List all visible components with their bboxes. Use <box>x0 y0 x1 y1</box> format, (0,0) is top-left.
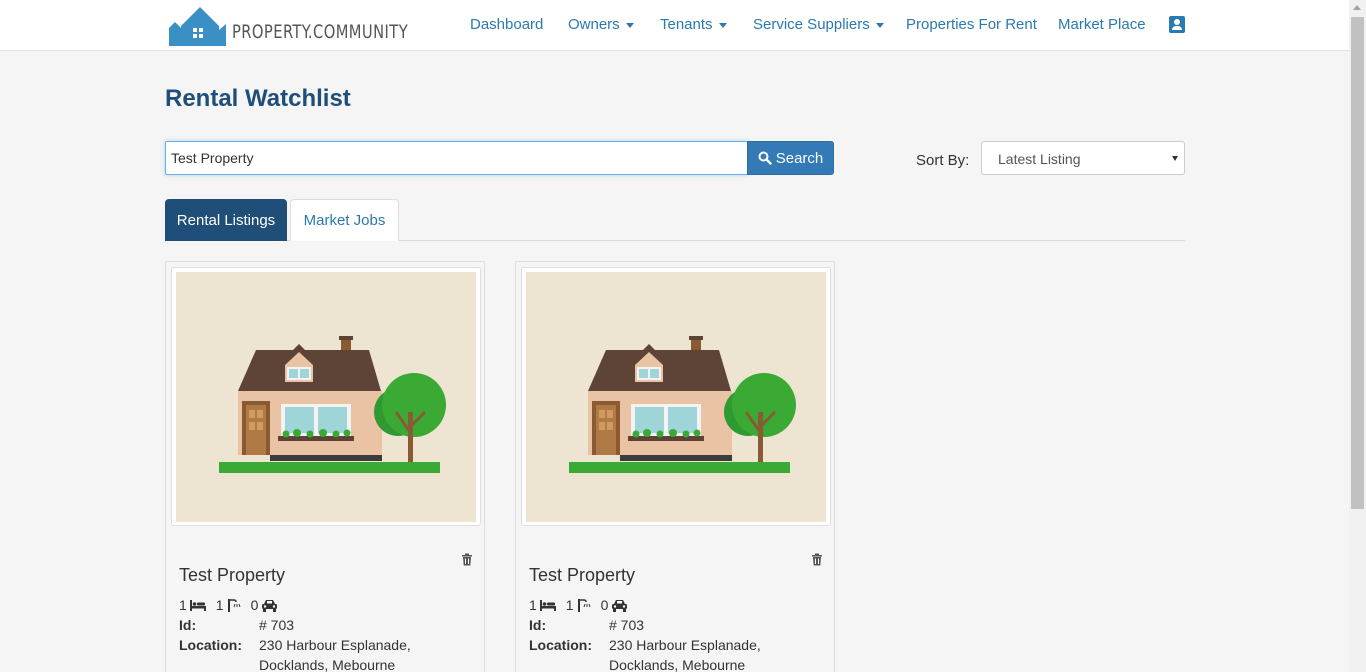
location-line-2: Docklands, Mebourne <box>609 657 746 672</box>
location-label: Location: <box>529 637 592 653</box>
bedrooms-count: 1 <box>179 597 187 613</box>
bathrooms-feature: 1 <box>216 597 241 613</box>
bathrooms-feature: 1 <box>566 597 591 613</box>
listing-thumbnail-frame <box>171 267 481 526</box>
nav-owners-label: Owners <box>568 16 620 33</box>
scroll-thumb[interactable] <box>1351 17 1364 509</box>
scroll-up-arrow-icon[interactable] <box>1353 5 1361 10</box>
location-line-1: 230 Harbour Esplanade, <box>609 637 761 653</box>
nav-service-suppliers-dropdown[interactable]: Service Suppliers <box>753 16 884 33</box>
nav-properties-for-rent[interactable]: Properties For Rent <box>906 16 1037 33</box>
nav-dashboard[interactable]: Dashboard <box>470 16 543 33</box>
bedrooms-count: 1 <box>529 597 537 613</box>
caret-down-icon <box>875 22 884 28</box>
search-button[interactable]: Search <box>747 141 834 175</box>
id-label: Id: <box>179 617 197 633</box>
sort-selected-value: Latest Listing <box>998 151 1081 167</box>
parking-count: 0 <box>600 597 609 613</box>
search-input[interactable] <box>165 141 748 175</box>
bath-icon <box>577 598 591 612</box>
house-logo-icon <box>169 7 226 46</box>
sort-by-label: Sort By: <box>916 152 970 169</box>
listing-card[interactable]: Test Property 1 1 0 Id: # 703 Location: … <box>515 261 835 672</box>
top-navbar: PROPERTY.COMMUNITY Dashboard Owners Tena… <box>0 0 1349 51</box>
caret-down-icon <box>625 22 634 28</box>
search-button-label: Search <box>775 149 824 167</box>
parking-feature: 0 <box>251 597 279 613</box>
tab-market-jobs[interactable]: Market Jobs <box>290 199 399 241</box>
bed-icon <box>189 599 206 611</box>
brand-name: PROPERTY.COMMUNITY <box>232 21 409 43</box>
bath-icon <box>227 598 241 612</box>
house-illustration <box>219 336 446 473</box>
page-scrollbar[interactable] <box>1349 0 1366 672</box>
tab-rental-listings[interactable]: Rental Listings <box>165 199 287 241</box>
bathrooms-count: 1 <box>215 597 224 613</box>
nav-tenants-dropdown[interactable]: Tenants <box>660 16 727 33</box>
location-line-1: 230 Harbour Esplanade, <box>259 637 411 653</box>
listing-thumbnail[interactable] <box>176 272 476 522</box>
listing-thumbnail-frame <box>521 267 831 526</box>
nav-market-place[interactable]: Market Place <box>1058 16 1146 33</box>
trash-icon[interactable] <box>811 553 823 566</box>
bed-icon <box>539 599 556 611</box>
magnifier-icon <box>758 151 772 165</box>
nav-owners-dropdown[interactable]: Owners <box>568 16 634 33</box>
sort-by-select[interactable]: Latest Listing <box>981 141 1185 175</box>
car-icon <box>262 599 278 612</box>
listing-thumbnail[interactable] <box>526 272 826 522</box>
bedrooms-feature: 1 <box>179 597 206 613</box>
select-arrow-icon <box>1172 156 1178 161</box>
bathrooms-count: 1 <box>565 597 574 613</box>
page-title: Rental Watchlist <box>165 85 351 112</box>
id-label: Id: <box>529 617 547 633</box>
bedrooms-feature: 1 <box>529 597 556 613</box>
id-value: # 703 <box>259 617 295 633</box>
nav-service-suppliers-label: Service Suppliers <box>753 16 870 33</box>
location-label: Location: <box>179 637 242 653</box>
id-value: # 703 <box>609 617 645 633</box>
listing-title[interactable]: Test Property <box>529 565 635 586</box>
car-icon <box>612 599 628 612</box>
brand-logo[interactable]: PROPERTY.COMMUNITY <box>169 4 437 46</box>
listing-title[interactable]: Test Property <box>179 565 285 586</box>
house-illustration <box>569 336 796 473</box>
listing-card[interactable]: Test Property 1 1 0 Id: # 703 Location: … <box>165 261 485 672</box>
contact-card-icon[interactable] <box>1169 16 1185 33</box>
location-line-2: Docklands, Mebourne <box>259 657 396 672</box>
parking-count: 0 <box>250 597 259 613</box>
listing-features: 1 1 0 <box>529 597 638 613</box>
listing-features: 1 1 0 <box>179 597 288 613</box>
parking-feature: 0 <box>601 597 629 613</box>
nav-tenants-label: Tenants <box>660 16 713 33</box>
caret-down-icon <box>718 22 727 28</box>
trash-icon[interactable] <box>461 553 473 566</box>
